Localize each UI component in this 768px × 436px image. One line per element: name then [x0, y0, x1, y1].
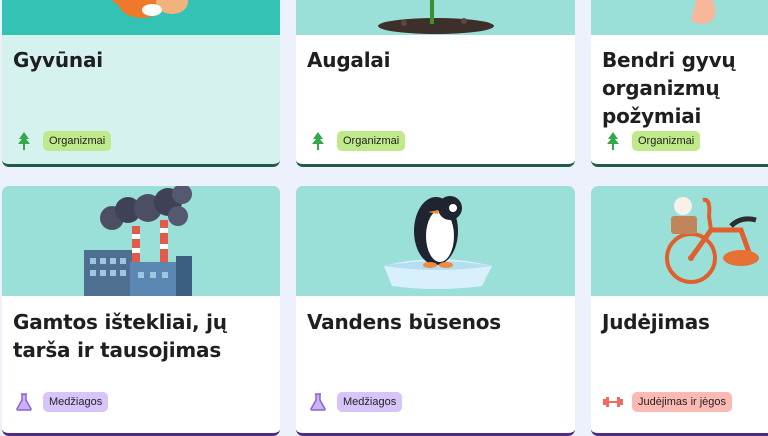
topic-card-augalai[interactable]: Augalai Organizmai — [296, 0, 575, 167]
topic-card-judejimas[interactable]: Judėjimas Judėjimas ir jėgos — [591, 186, 768, 436]
category-tag[interactable]: Organizmai — [337, 131, 406, 151]
topic-card-bendri-pozymiai[interactable]: Bendri gyvų organizmų požymiai Organizma… — [591, 0, 768, 167]
category-tag[interactable]: Organizmai — [632, 131, 701, 151]
topic-card-gamtos-istekliai[interactable]: Gamtos ištekliai, jų tarša ir tausojimas… — [2, 186, 280, 436]
hand-illustration — [591, 0, 768, 35]
factory-illustration — [2, 186, 280, 296]
tag-row: Organizmai — [308, 131, 406, 151]
tree-icon — [14, 131, 34, 151]
card-title: Augalai — [307, 48, 391, 72]
tag-row: Judėjimas ir jėgos — [603, 392, 733, 412]
tag-row: Organizmai — [14, 131, 112, 151]
card-title: Vandens būsenos — [307, 310, 502, 334]
topic-card-gyvunai[interactable]: Gyvūnai Organizmai — [2, 0, 280, 167]
dumbbell-icon — [603, 392, 623, 412]
category-tag[interactable]: Medžiagos — [337, 392, 403, 412]
topic-card-vandens-busenos[interactable]: Vandens būsenos Medžiagos — [296, 186, 575, 436]
category-tag[interactable]: Organizmai — [43, 131, 112, 151]
flask-icon — [308, 392, 328, 412]
bicycle-illustration — [591, 186, 768, 296]
card-title: Bendri gyvų organizmų požymiai — [602, 48, 736, 128]
card-title: Gyvūnai — [13, 48, 103, 72]
flask-icon — [14, 392, 34, 412]
tag-row: Medžiagos — [308, 392, 403, 412]
tree-icon — [308, 131, 328, 151]
topic-grid: Gyvūnai Organizmai Augalai Organizmai Be… — [0, 0, 768, 436]
category-tag[interactable]: Medžiagos — [43, 392, 109, 412]
category-tag[interactable]: Judėjimas ir jėgos — [632, 392, 733, 412]
tag-row: Organizmai — [603, 131, 701, 151]
card-title: Judėjimas — [602, 310, 710, 334]
fox-illustration — [2, 0, 280, 35]
card-title: Gamtos ištekliai, jų tarša ir tausojimas — [13, 310, 227, 362]
tag-row: Medžiagos — [14, 392, 109, 412]
sprout-illustration — [296, 0, 575, 35]
penguin-illustration — [296, 186, 575, 296]
tree-icon — [603, 131, 623, 151]
